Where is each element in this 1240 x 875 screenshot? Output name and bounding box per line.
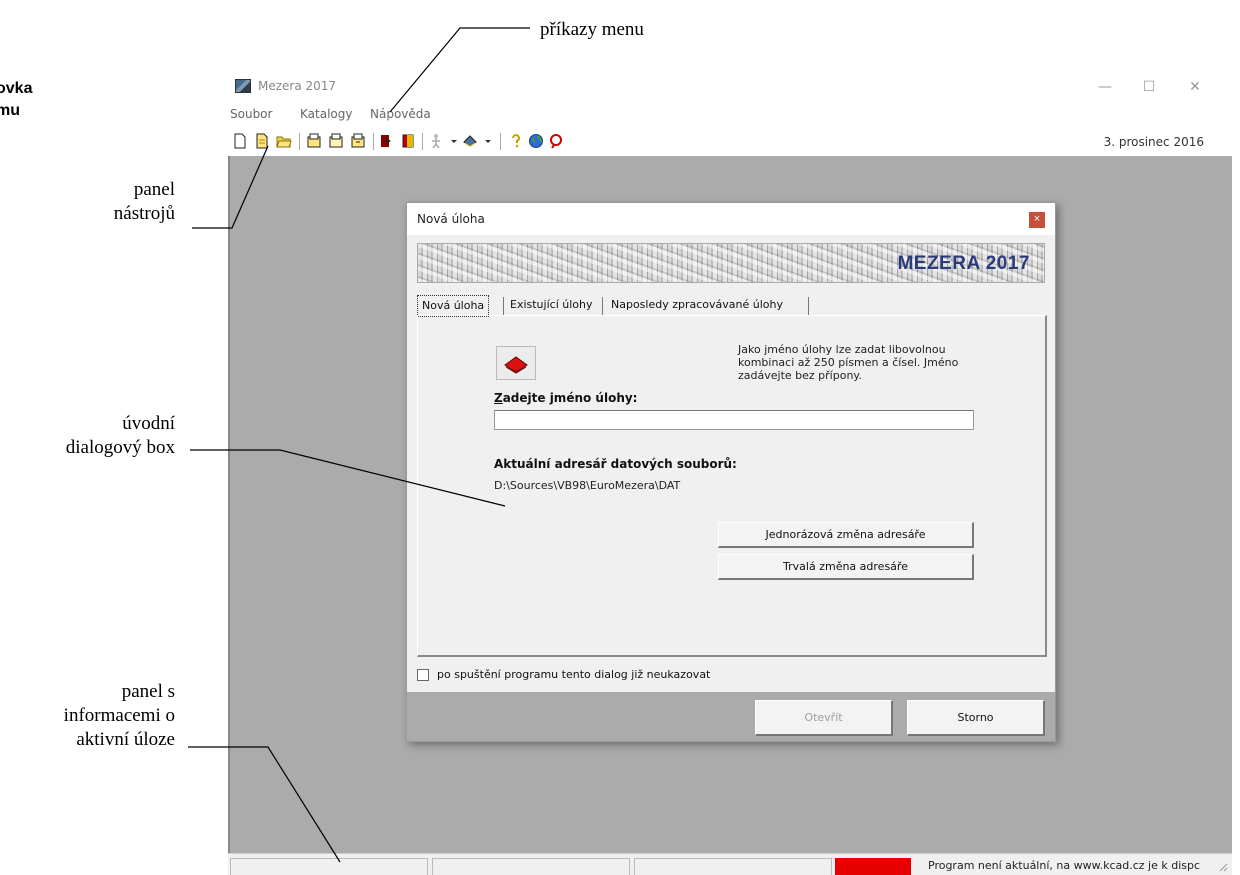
task-name-label-accesskey: Z (494, 391, 503, 405)
toolbar-separator (373, 133, 374, 150)
globe-icon[interactable] (528, 133, 544, 149)
banner-title: MEZERA 2017 (897, 253, 1030, 274)
annotation-text: informacemi o (63, 705, 175, 726)
annotation-text: dialogový box (65, 437, 175, 458)
menu-soubor[interactable]: Soubor (230, 107, 272, 121)
menu-bar: Soubor Katalogy Nápověda (228, 107, 628, 125)
dont-show-again-checkbox[interactable] (417, 669, 429, 681)
toolbar-separator (422, 133, 423, 150)
open-folder-icon[interactable] (276, 133, 292, 149)
task-name-input[interactable] (494, 410, 974, 430)
status-panel-1 (230, 858, 428, 875)
new-document-icon[interactable] (254, 133, 270, 149)
tab-panel-new-task: Jako jméno úlohy lze zadat libovolnou ko… (417, 315, 1047, 657)
banner: MEZERA 2017 (417, 243, 1045, 283)
status-bar: Program není aktuální, na www.kcad.cz je… (228, 853, 1232, 875)
task-name-hint: Jako jméno úlohy lze zadat libovolnou ko… (738, 343, 959, 382)
task-name-label: Zadejte jméno úlohy: (494, 391, 637, 405)
annotation-text: mu (0, 102, 20, 119)
annotation-title-bar-partial: ovka mu (0, 78, 32, 122)
properties-3-icon[interactable] (350, 133, 366, 149)
tab-existing-tasks[interactable]: Existující úlohy (506, 295, 596, 317)
measure-icon[interactable] (462, 133, 478, 149)
window-title: Mezera 2017 (258, 79, 337, 93)
dropdown-arrow-icon[interactable] (480, 133, 496, 149)
resize-grip-icon[interactable] (1218, 862, 1228, 872)
annotation-text: ovka (0, 80, 33, 97)
dialog-title: Nová úloha (417, 212, 485, 226)
data-directory-label: Aktuální adresář datových souborů: (494, 457, 737, 471)
close-button[interactable]: ✕ (1180, 76, 1210, 98)
new-task-dialog: Nová úloha × MEZERA 2017 Nová úloha Exis… (406, 202, 1056, 742)
task-icon-button[interactable] (496, 346, 536, 380)
properties-2-icon[interactable] (328, 133, 344, 149)
figure-icon[interactable] (428, 133, 444, 149)
search-icon[interactable] (548, 133, 564, 149)
open-button[interactable]: Otevřít (755, 700, 893, 736)
date-label: 3. prosinec 2016 (1103, 135, 1204, 149)
task-name-label-text: adejte jméno úlohy: (502, 391, 638, 405)
tab-separator (503, 297, 504, 315)
app-icon (235, 79, 251, 93)
dropdown-arrow-icon[interactable] (446, 133, 462, 149)
menu-katalogy[interactable]: Katalogy (300, 107, 352, 121)
status-panel-2 (432, 858, 630, 875)
dialog-footer: Otevřít Storno (407, 692, 1055, 741)
annotation-text: panel s (121, 681, 175, 702)
dont-show-again-label: po spuštění programu tento dialog již ne… (437, 668, 711, 681)
tab-recent-tasks[interactable]: Naposledy zpracovávané úlohy (607, 295, 787, 317)
book-icon (504, 356, 528, 374)
annotation-text: nástrojů (113, 203, 175, 224)
dialog-title-bar: Nová úloha × (407, 203, 1055, 235)
annotation-text: úvodní (122, 413, 175, 434)
book-icon[interactable] (400, 133, 416, 149)
annotation-text: aktivní úloze (76, 729, 175, 750)
import-icon[interactable] (378, 133, 394, 149)
status-message: Program není aktuální, na www.kcad.cz je… (928, 859, 1201, 872)
maximize-button[interactable]: ☐ (1134, 76, 1164, 98)
annotation-status-panel: panel s informacemi o aktivní úloze (20, 680, 175, 752)
minimize-button[interactable]: — (1090, 76, 1120, 98)
cancel-button[interactable]: Storno (907, 700, 1045, 736)
help-icon[interactable] (508, 133, 524, 149)
data-directory-path: D:\Sources\VB98\EuroMezera\DAT (494, 479, 681, 492)
annotation-toolbar: panel nástrojů (40, 178, 175, 226)
dialog-close-button[interactable]: × (1029, 212, 1045, 228)
tab-separator (808, 297, 809, 315)
tab-new-task[interactable]: Nová úloha (417, 295, 490, 317)
annotation-menu-commands: příkazy menu (540, 19, 644, 40)
change-directory-once-button[interactable]: Jednorázová změna adresáře (718, 522, 974, 548)
change-directory-permanent-button[interactable]: Trvalá změna adresáře (718, 554, 974, 580)
toolbar-separator (500, 133, 501, 150)
annotation-text: panel (133, 179, 175, 200)
title-bar: Mezera 2017 — ☐ ✕ (228, 70, 1232, 104)
tab-separator (602, 297, 603, 315)
toolbar: 3. prosinec 2016 (228, 130, 1232, 154)
status-indicator (835, 858, 911, 875)
new-file-icon[interactable] (232, 133, 248, 149)
menu-napoveda[interactable]: Nápověda (370, 107, 431, 121)
annotation-intro-dialog: úvodní dialogový box (20, 412, 175, 460)
properties-1-icon[interactable] (306, 133, 322, 149)
toolbar-separator (299, 133, 300, 150)
status-panel-3 (634, 858, 832, 875)
